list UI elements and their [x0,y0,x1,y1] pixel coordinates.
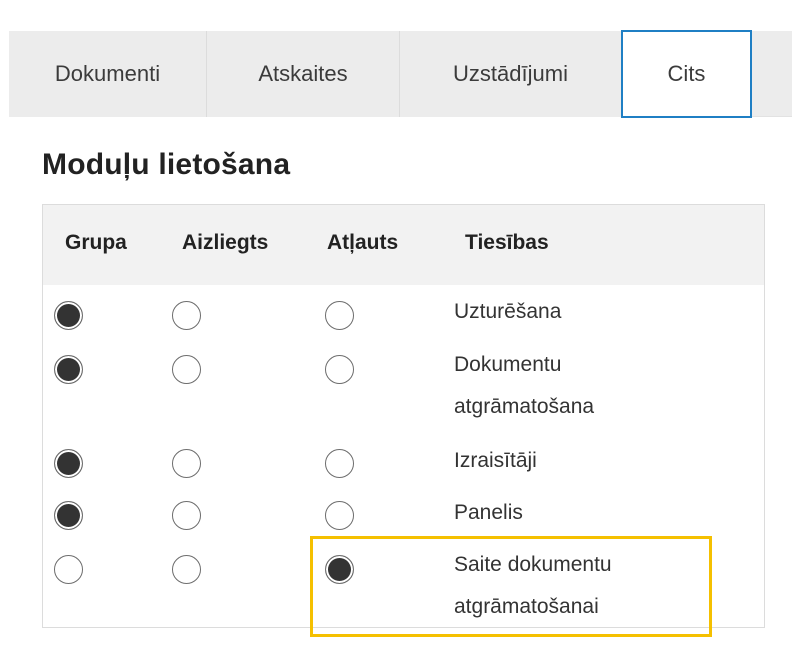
radio-grupa-row1[interactable] [54,301,83,330]
radio-aizliegts-row3[interactable] [172,449,201,478]
header-aizliegts: Aizliegts [182,231,269,254]
radio-grupa-row4[interactable] [54,501,83,530]
radio-atlauts-row3[interactable] [325,449,354,478]
radio-aizliegts-row4[interactable] [172,501,201,530]
tab-bar-underline [752,116,792,117]
radio-atlauts-row1[interactable] [325,301,354,330]
page-title: Moduļu lietošana [42,148,291,181]
row-label-saite-line2: atgrāmatošanai [454,595,599,618]
tab-bar: Dokumenti Atskaites Uzstādījumi Cits [9,30,792,118]
row-label-panelis: Panelis [454,501,523,524]
tab-cits[interactable]: Cits [621,30,752,118]
row-label-dokumentu-line1: Dokumentu [454,353,562,376]
radio-atlauts-row5[interactable] [325,555,354,584]
radio-grupa-row3[interactable] [54,449,83,478]
tab-dokumenti[interactable]: Dokumenti [9,31,207,117]
module-permissions-table: Grupa Aizliegts Atļauts Tiesības Uzturēš… [42,204,765,628]
table-header: Grupa Aizliegts Atļauts Tiesības [43,205,764,285]
header-grupa: Grupa [65,231,127,254]
radio-aizliegts-row5[interactable] [172,555,201,584]
header-tiesibas: Tiesības [465,231,549,254]
row-label-izraisitaji: Izraisītāji [454,449,537,472]
row-label-uzturesana: Uzturēšana [454,300,562,323]
tab-atskaites[interactable]: Atskaites [207,31,400,117]
radio-grupa-row5[interactable] [54,555,83,584]
radio-atlauts-row2[interactable] [325,355,354,384]
row-label-dokumentu-line2: atgrāmatošana [454,395,595,418]
radio-atlauts-row4[interactable] [325,501,354,530]
radio-grupa-row2[interactable] [54,355,83,384]
radio-aizliegts-row2[interactable] [172,355,201,384]
row-label-saite-line1: Saite dokumentu [454,553,612,576]
tab-uzstadijumi[interactable]: Uzstādījumi [400,31,621,117]
radio-aizliegts-row1[interactable] [172,301,201,330]
header-atlauts: Atļauts [327,231,399,254]
